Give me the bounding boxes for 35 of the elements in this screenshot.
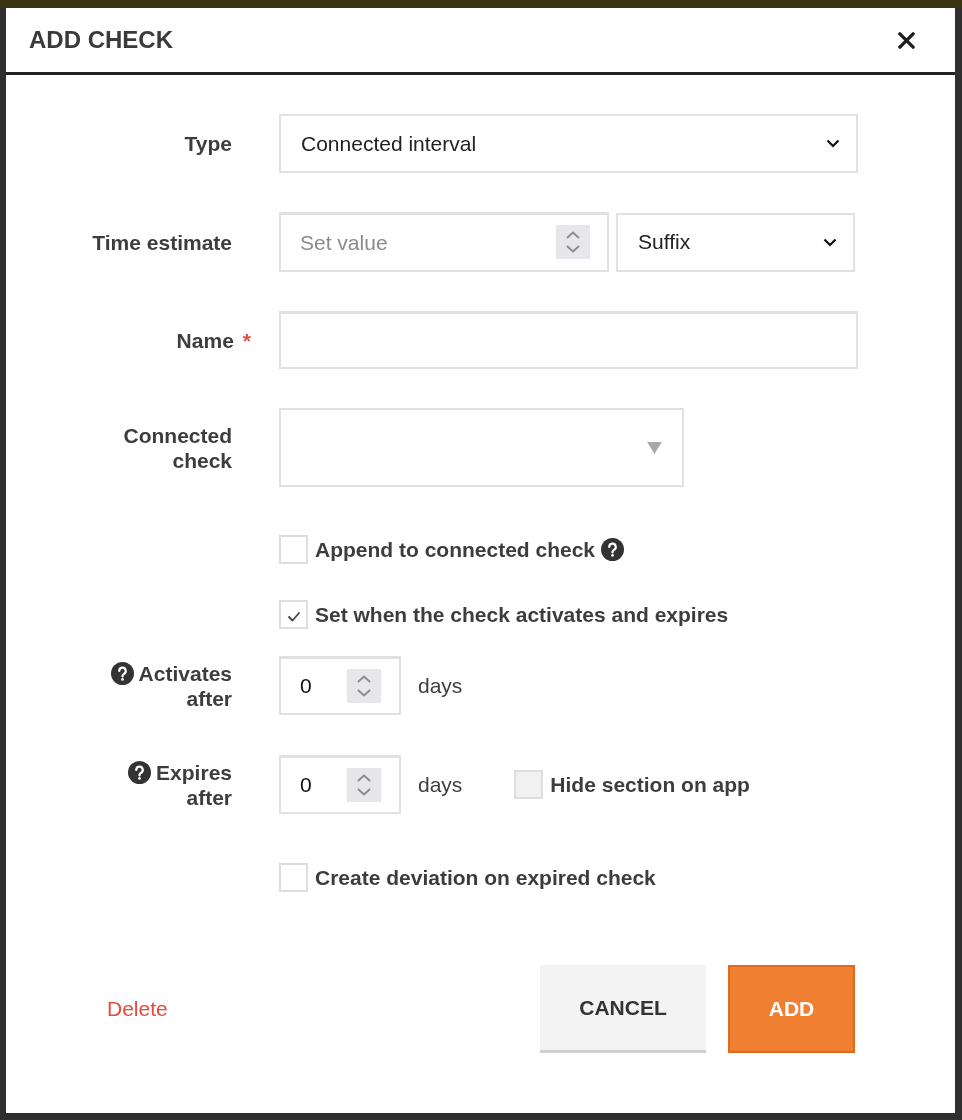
checkbox[interactable] [279, 600, 308, 629]
close-icon[interactable] [898, 31, 915, 49]
checkbox-label: Append to connected check [315, 537, 596, 562]
chevron-down-icon [823, 237, 837, 247]
field-label: Name [176, 327, 234, 353]
checkbox-label: Set when the check activates and expires [315, 602, 729, 627]
unit-label: days [418, 673, 463, 698]
connected-check-select[interactable] [279, 408, 684, 487]
spinner-arrows-icon[interactable] [556, 225, 590, 259]
field-label: Activates after [138, 660, 232, 711]
spinner-arrows-icon[interactable] [347, 668, 381, 703]
name-input[interactable] [279, 311, 858, 369]
help-icon[interactable] [110, 661, 134, 685]
time-estimate-input[interactable]: Set value [279, 212, 609, 272]
checkbox[interactable] [279, 863, 308, 892]
suffix-select[interactable]: Suffix [616, 212, 855, 272]
field-label: Connected check [122, 422, 232, 473]
dialog-title: ADD CHECK [29, 26, 173, 54]
field-label: Time estimate [92, 229, 232, 255]
checkbox-label: Hide section on app [550, 772, 750, 797]
type-select[interactable]: Connected interval [279, 114, 858, 173]
triangle-down-icon [647, 441, 662, 454]
help-icon[interactable] [128, 760, 152, 784]
checkmark-icon [286, 610, 301, 622]
delete-button[interactable]: Delete [107, 997, 168, 1021]
field-label: Expires after [156, 759, 232, 810]
checkbox-label: Create deviation on expired check [315, 865, 656, 890]
field-label: Type [184, 131, 232, 156]
spinner-arrows-icon[interactable] [347, 767, 381, 802]
required-mark: * [242, 327, 251, 353]
checkbox[interactable] [279, 535, 308, 564]
unit-label: days [418, 772, 463, 797]
cancel-button[interactable]: CANCEL [540, 965, 706, 1053]
help-icon[interactable] [601, 538, 625, 561]
chevron-down-icon [826, 139, 840, 148]
